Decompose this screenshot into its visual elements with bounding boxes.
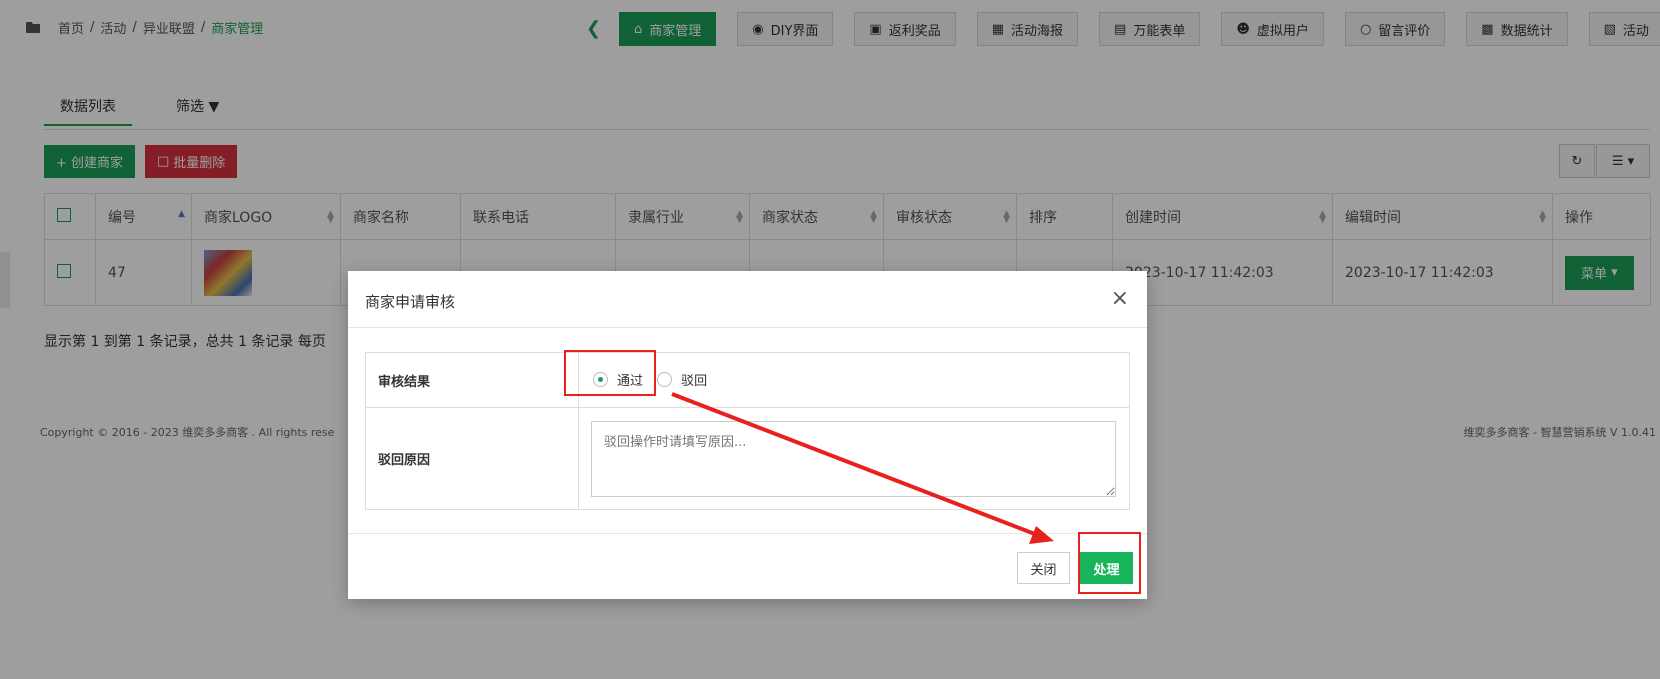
arrow-head: [1029, 526, 1054, 544]
annotation-arrow: [671, 392, 1054, 544]
arrow-shaft: [671, 392, 1041, 538]
